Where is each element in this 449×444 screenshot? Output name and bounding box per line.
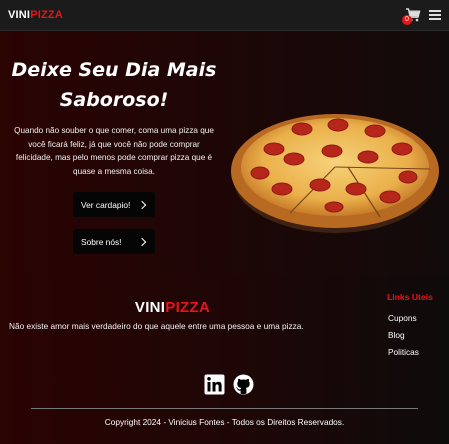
useful-links-list: Cupons Blog Politicas xyxy=(388,313,419,364)
view-menu-button[interactable]: Ver cardapio! xyxy=(73,192,155,217)
cart-count-badge: 0 xyxy=(402,15,412,25)
navbar-actions: 0 xyxy=(402,7,441,25)
hamburger-menu-icon[interactable] xyxy=(429,10,441,20)
copyright-text: Copyright 2024 - Vinicius Fontes - Todos… xyxy=(104,417,345,427)
view-menu-button-label: Ver cardapio! xyxy=(81,199,131,210)
footer: VINIPIZZA Não existe amor mais verdadeir… xyxy=(0,275,449,444)
footer-tagline: Não existe amor mais verdadeiro do que a… xyxy=(9,321,304,331)
footer-logo-part-vini: VINI xyxy=(134,299,166,316)
logo-part-vini: VINI xyxy=(8,9,31,21)
navbar: VINIPIZZA 0 xyxy=(0,0,449,31)
footer-link-blog[interactable]: Blog xyxy=(388,330,419,347)
footer-brand-logo: VINIPIZZA xyxy=(0,299,345,316)
footer-link-policies[interactable]: Politicas xyxy=(388,347,419,364)
about-us-button-label: Sobre nós! xyxy=(81,236,122,247)
hero-section: Deixe Seu Dia Mais Saboroso! Quando não … xyxy=(0,31,449,275)
social-links xyxy=(204,374,254,395)
brand-logo[interactable]: VINIPIZZA xyxy=(8,9,63,21)
chevron-right-icon xyxy=(137,200,147,209)
hero-title-line-1: Deixe Seu Dia Mais xyxy=(11,59,217,81)
cart-button[interactable]: 0 xyxy=(402,7,421,25)
logo-part-pizza: PIZZA xyxy=(30,9,63,21)
useful-links-title: Links Uteis xyxy=(387,292,433,302)
footer-link-coupons[interactable]: Cupons xyxy=(388,313,419,330)
linkedin-icon[interactable] xyxy=(204,374,225,395)
about-us-button[interactable]: Sobre nós! xyxy=(73,229,155,254)
hero-description: Quando não souber o que comer, coma uma … xyxy=(14,126,214,176)
github-icon[interactable] xyxy=(233,374,254,395)
chevron-right-icon xyxy=(137,237,147,246)
hero-title: Deixe Seu Dia Mais Saboroso! xyxy=(0,55,228,115)
footer-divider xyxy=(31,408,418,409)
footer-logo-part-pizza: PIZZA xyxy=(165,299,211,316)
pizza-image xyxy=(231,114,439,233)
hero-title-line-2: Saboroso! xyxy=(59,89,169,111)
